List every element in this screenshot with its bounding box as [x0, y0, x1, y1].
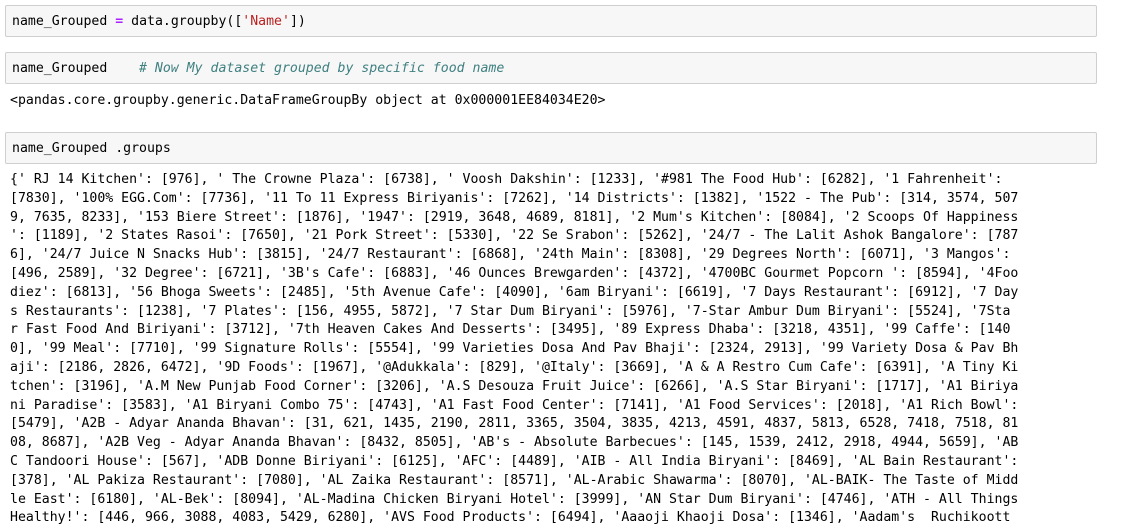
output-line: ': [1189], '2 States Rasoi': [7650], '21… — [10, 228, 1019, 244]
output-line: 08, 8687], 'A2B Veg - Adyar Ananda Bhava… — [10, 435, 1019, 451]
output-line: Healthy!': [446, 966, 3088, 4083, 5429, … — [10, 510, 1011, 526]
output-line: diez': [6813], '56 Bhoga Sweets': [2485]… — [10, 284, 1019, 300]
output-line: 9, 7635, 8233], '153 Biere Street': [187… — [10, 209, 1019, 225]
code-comment: # Now My dataset grouped by specific foo… — [139, 61, 505, 76]
code-expression-end: ]) — [289, 14, 306, 29]
cell-output-groups-dict: {' RJ 14 Kitchen': [976], ' The Crowne P… — [10, 171, 1018, 528]
output-line: tchen': [3196], 'A.M New Punjab Food Cor… — [10, 378, 1019, 394]
output-line: le East': [6180], 'AL-Bek': [8094], 'AL-… — [10, 491, 1019, 507]
code-expression: name_Grouped .groups — [12, 141, 171, 156]
output-line: C Tandoori House': [567], 'ADB Donne Bir… — [10, 453, 1019, 469]
code-string-literal: 'Name' — [242, 14, 290, 29]
code-cell-groupby[interactable]: name_Grouped = data.groupby(['Name']) — [5, 5, 1097, 37]
output-line: 6], '24/7 Juice N Snacks Hub': [3815], '… — [10, 247, 1011, 263]
code-expression-start: data.groupby([ — [131, 14, 243, 29]
output-line: r Fast Food And Biriyani': [3712], '7th … — [10, 322, 1011, 338]
code-cell-groups[interactable]: name_Grouped .groups — [5, 132, 1097, 164]
output-line: aji': [2186, 2826, 6472], '9D Foods': [1… — [10, 359, 1019, 375]
code-cell-show-grouped[interactable]: name_Grouped # Now My dataset grouped by… — [5, 52, 1097, 84]
output-line: ni Paradise': [3583], 'A1 Biryani Combo … — [10, 397, 1019, 413]
output-line: [378], 'AL Pakiza Restaurant': [7080], '… — [10, 472, 1019, 488]
output-line: [7830], '100% EGG.Com': [7736], '11 To 1… — [10, 190, 1019, 206]
code-variable: name_Grouped — [12, 61, 108, 76]
output-line: 0], '99 Meal': [7710], '99 Signature Rol… — [10, 341, 1019, 357]
code-operator: = — [115, 14, 124, 29]
output-line: s Restaurants': [1238], '7 Plates': [156… — [10, 303, 1011, 319]
code-variable: name_Grouped — [12, 14, 108, 29]
output-line: [496, 2589], '32 Degree': [6721], '3B's … — [10, 265, 1019, 281]
output-line: {' RJ 14 Kitchen': [976], ' The Crowne P… — [10, 172, 1003, 187]
output-line: [5479], 'A2B - Adyar Ananda Bhavan': [31… — [10, 416, 1019, 432]
cell-output-object-repr: <pandas.core.groupby.generic.DataFrameGr… — [10, 93, 606, 108]
